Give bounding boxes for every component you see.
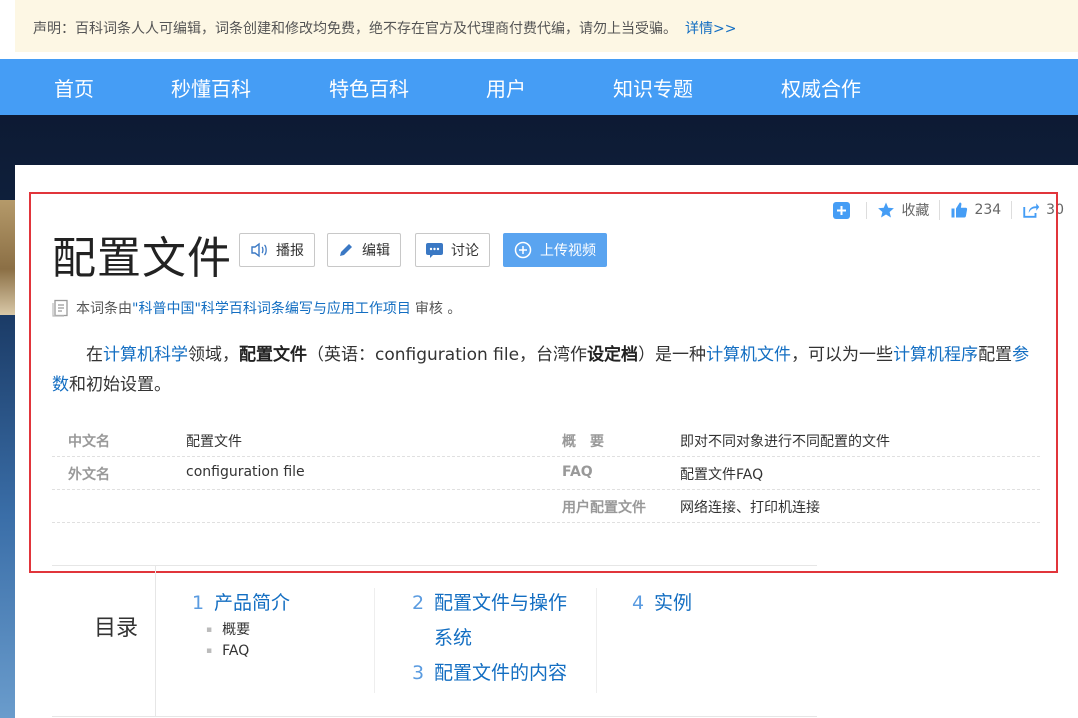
toc-num: 4 [632,592,645,614]
info-row: 用户配置文件 网络连接、打印机连接 [52,490,1040,523]
main-navbar: 首页 秒懂百科 特色百科 用户 知识专题 权威合作 [0,59,1078,115]
notice-details-link[interactable]: 详情>> [685,21,736,37]
toc-num: 3 [412,662,425,684]
table-of-contents: 目录 1 产品简介 概要 FAQ 2 配置文件与操作 系统 3 配置文件的内容 4 实例 [52,565,817,717]
thumbs-up-icon [951,202,968,218]
nav-featured[interactable]: 特色百科 [329,73,409,102]
review-statement: 本词条由 "科普中国"科学百科词条编写与应用工作项目 审核 。 [52,298,461,318]
info-key: 概 要 [562,434,604,450]
edit-label: 编辑 [362,243,390,259]
chat-icon [426,242,443,258]
summary-text: ，可以为一些 [791,345,894,365]
toc-title: 系统 [434,627,473,649]
nav-authority[interactable]: 权威合作 [781,73,861,102]
share-count: 30 [1046,202,1064,218]
review-org-link[interactable]: "科普中国"科学百科词条编写与应用工作项目 [132,298,411,318]
info-value[interactable]: 配置文件FAQ [680,464,763,484]
toc-item-3[interactable]: 3 配置文件的内容 [412,658,567,685]
summary-bold-term: 设定档 [587,345,639,365]
star-icon [878,202,895,218]
info-key: 中文名 [68,434,110,450]
toc-item-4[interactable]: 4 实例 [632,588,692,615]
summary-text: 配置 [978,345,1013,365]
like-count: 234 [974,202,1002,218]
toc-item-1[interactable]: 1 产品简介 [192,588,290,615]
notice-text: 声明：百科词条人人可编辑，词条创建和修改均免费，绝不存在官方及代理商付费代编，请… [33,21,677,37]
share-button[interactable]: 30 [1012,201,1064,219]
info-key: 用户配置文件 [562,500,646,516]
nav-topics[interactable]: 知识专题 [613,73,693,102]
upload-video-button[interactable]: 上传视频 [503,233,607,267]
info-value: configuration file [186,464,305,480]
toc-item-2[interactable]: 2 配置文件与操作 [412,588,567,615]
like-button[interactable]: 234 [940,201,1013,219]
toc-column-1: 1 产品简介 概要 FAQ [192,588,290,659]
broadcast-button[interactable]: 播报 [239,233,315,267]
discuss-label: 讨论 [451,243,479,259]
info-key: 外文名 [68,467,110,483]
share-icon [1023,203,1040,218]
speaker-icon [251,242,267,258]
info-row: 外文名 configuration file FAQ 配置文件FAQ [52,457,1040,490]
pencil-icon [340,244,352,256]
summary-bold-term: 配置文件 [239,345,307,365]
plus-circle-icon [514,241,532,259]
summary-text: 在 [86,345,103,365]
toc-title: 配置文件的内容 [434,662,568,684]
link-computer-program[interactable]: 计算机程序 [893,345,978,365]
collect-button[interactable]: 收藏 [867,200,941,220]
edit-button[interactable]: 编辑 [327,233,401,267]
lemma-summary: 在计算机科学领域，配置文件（英语：configuration file，台湾作设… [52,340,1042,400]
toc-num: 2 [412,592,425,614]
toc-column-2: 2 配置文件与操作 系统 3 配置文件的内容 [412,588,567,685]
side-decoration [0,200,15,315]
toc-item-2-cont[interactable]: 系统 [412,623,567,650]
info-value: 即对不同对象进行不同配置的文件 [680,434,890,450]
basic-info-box: 中文名 配置文件 概 要 即对不同对象进行不同配置的文件 外文名 configu… [52,424,1040,523]
summary-text: 和初始设置。 [69,375,171,395]
article-actions: 收藏 234 30 [823,200,1064,220]
toc-sub-item[interactable]: 概要 [206,619,290,639]
info-value: 配置文件 [186,434,242,450]
discuss-button[interactable]: 讨论 [415,233,490,267]
nav-home[interactable]: 首页 [54,73,94,102]
review-suffix: 审核 。 [414,301,462,317]
plus-square-icon [833,201,851,219]
info-value: 网络连接、打印机连接 [680,500,820,516]
toc-divider [596,588,597,693]
summary-text: （英语：configuration file，台湾作 [307,345,588,365]
summary-text: ）是一种 [638,345,707,365]
link-computer-science[interactable]: 计算机科学 [103,345,188,365]
toc-label: 目录 [52,566,156,716]
nav-users[interactable]: 用户 [486,73,526,102]
toc-title: 配置文件与操作 [434,592,568,614]
toc-title: 实例 [654,592,693,614]
document-icon [52,299,68,317]
toc-divider [374,588,375,693]
upload-video-label: 上传视频 [540,243,596,259]
nav-miaodong[interactable]: 秒懂百科 [171,73,251,102]
broadcast-label: 播报 [276,243,304,259]
toc-column-3: 4 实例 [632,588,692,615]
info-key: FAQ [562,464,593,480]
link-computer-file[interactable]: 计算机文件 [706,345,791,365]
page-title: 配置文件 [52,233,232,284]
summary-text: 领域， [188,345,239,365]
side-decoration-lower [0,315,15,718]
toc-num: 1 [192,592,205,614]
toc-sub-item[interactable]: FAQ [206,643,290,659]
add-button[interactable] [823,201,868,219]
info-row: 中文名 配置文件 概 要 即对不同对象进行不同配置的文件 [52,424,1040,457]
toc-title: 产品简介 [214,592,291,614]
collect-label: 收藏 [901,203,930,219]
review-prefix: 本词条由 [76,301,132,317]
disclaimer-notice: 声明：百科词条人人可编辑，词条创建和修改均免费，绝不存在官方及代理商付费代编，请… [15,0,1078,52]
